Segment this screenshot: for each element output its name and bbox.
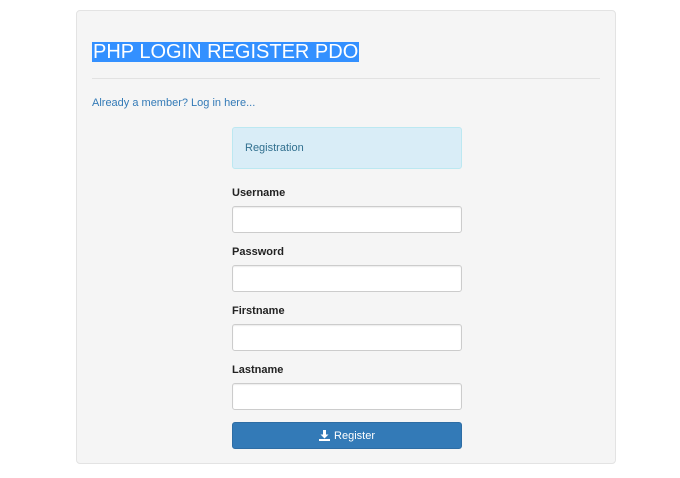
register-button[interactable]: Register <box>232 422 462 449</box>
login-link[interactable]: Already a member? Log in here... <box>92 97 255 109</box>
registration-alert: Registration <box>232 127 462 169</box>
alert-text: Registration <box>245 142 304 154</box>
title-divider <box>92 78 600 79</box>
password-label: Password <box>232 246 284 258</box>
register-button-label: Register <box>334 429 375 442</box>
password-input[interactable] <box>232 265 462 292</box>
lastname-input[interactable] <box>232 383 462 410</box>
registration-panel: PHP LOGIN REGISTER PDO Already a member?… <box>76 10 616 464</box>
firstname-label: Firstname <box>232 305 285 317</box>
username-label: Username <box>232 187 286 199</box>
download-icon <box>319 430 331 441</box>
username-input[interactable] <box>232 206 462 233</box>
page-title: PHP LOGIN REGISTER PDO <box>92 41 360 63</box>
firstname-input[interactable] <box>232 324 462 351</box>
lastname-label: Lastname <box>232 364 284 376</box>
